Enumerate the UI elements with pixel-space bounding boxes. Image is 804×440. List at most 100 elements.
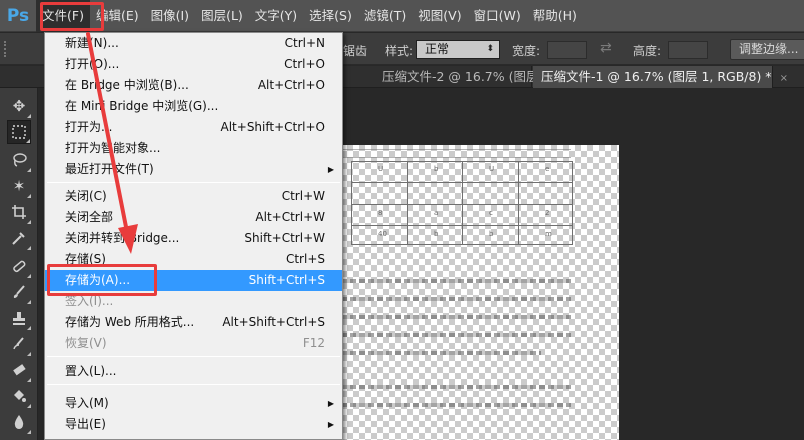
tab-document-2[interactable]: 压缩文件-2 @ 16.7% (图层 1, RGB/8)× (374, 66, 619, 88)
magic-wand-tool-icon[interactable]: ✶ (7, 174, 31, 198)
blur-tool-icon[interactable] (7, 410, 31, 434)
table-cell-text: b (434, 165, 439, 173)
paint-bucket-icon (14, 390, 26, 402)
file-menu-dropdown: 新建(N)... Ctrl+N 打开(O)... Ctrl+O 在 Bridge 中… (44, 32, 343, 440)
table-cell-text: m (545, 230, 552, 238)
menu-image[interactable]: 图像(I) (145, 0, 195, 32)
photoshop-logo: Ps (6, 5, 30, 26)
style-label: 样式: (385, 44, 414, 58)
faint-text-line (341, 333, 571, 337)
table-cell-text: b (489, 230, 494, 238)
faint-text-line (341, 351, 541, 355)
paint-bucket-tool-icon[interactable] (7, 384, 31, 408)
select-arrows-icon: ⬍ (486, 44, 494, 54)
faint-text-line (341, 403, 571, 407)
swap-icon[interactable]: ⇄ (600, 40, 612, 56)
table-cell-text: U (378, 165, 384, 173)
table-cell-text: a (434, 209, 439, 217)
doc-rule (341, 157, 571, 158)
clone-stamp-tool-icon[interactable] (7, 306, 31, 330)
submenu-arrow-icon: ▶ (327, 165, 334, 174)
table-cell-text: 2 (545, 209, 550, 217)
menu-bar: Ps 文件(F) 编辑(E) 图像(I) 图层(L) 文字(Y) 选择(S) 滤… (0, 0, 804, 32)
menu-separator (47, 182, 340, 183)
brush-icon (13, 285, 25, 298)
doc-rule (341, 149, 571, 150)
table-cell-text: 8 (378, 209, 383, 217)
menu-item-open-smart-object[interactable]: 打开为智能对象... (45, 138, 342, 159)
lasso-icon (13, 153, 27, 167)
eyedropper-icon (12, 232, 25, 245)
menu-item-revert: 恢复(V) F12 (65, 336, 325, 350)
menu-separator (47, 356, 340, 357)
menu-item-open[interactable]: 打开(O)... Ctrl+O (45, 54, 342, 75)
droplet-icon (14, 415, 24, 429)
submenu-arrow-icon: ▶ (327, 399, 334, 408)
eraser-icon (13, 364, 26, 376)
crop-tool-icon[interactable] (7, 200, 31, 224)
style-select[interactable]: 正常 ⬍ (416, 40, 500, 59)
style-select-value: 正常 (425, 42, 450, 56)
tab-label: 压缩文件-1 @ 16.7% (图层 1, RGB/8) * (541, 69, 772, 84)
bandage-icon (13, 260, 26, 273)
menu-separator (47, 384, 340, 385)
table-cell-text: 40 (378, 230, 387, 238)
menu-item-browse-bridge[interactable]: 在 Bridge 中浏览(B)... Alt+Ctrl+O (45, 75, 342, 96)
menu-item-save[interactable]: 存储(S) Ctrl+S (45, 249, 342, 270)
history-brush-icon (13, 337, 24, 350)
options-bar-grip[interactable] (4, 41, 12, 57)
width-input[interactable] (547, 41, 587, 59)
antialias-label: 锯齿 (343, 44, 368, 58)
menu-item-browse-mini-bridge[interactable]: 在 Mini Bridge 中浏览(G)... (45, 96, 342, 117)
menu-view[interactable]: 视图(V) (412, 0, 467, 32)
stamp-icon (13, 312, 25, 325)
faint-text-line (341, 279, 571, 283)
lasso-tool-icon[interactable] (7, 148, 31, 172)
menu-item-close[interactable]: 关闭(C) Ctrl+W (45, 186, 342, 207)
eraser-tool-icon[interactable] (7, 358, 31, 382)
width-label: 宽度: (512, 44, 541, 58)
menu-item-place[interactable]: 置入(L)... (45, 361, 342, 382)
healing-brush-tool-icon[interactable] (7, 254, 31, 278)
refine-edge-button[interactable]: 调整边缘... (730, 39, 804, 60)
table-cell-text: e (545, 165, 550, 173)
menu-layer[interactable]: 图层(L) (195, 0, 249, 32)
move-tool-icon[interactable]: ✥ (7, 94, 31, 118)
menu-item-close-all[interactable]: 关闭全部 Alt+Ctrl+W (45, 207, 342, 228)
crop-icon (12, 205, 26, 219)
marquee-tool-icon[interactable] (7, 120, 31, 144)
menu-help[interactable]: 帮助(H) (527, 0, 583, 32)
faint-text-line (341, 385, 571, 389)
menu-item-close-go-bridge[interactable]: 关闭并转到 Bridge... Shift+Ctrl+W (45, 228, 342, 249)
table-cell-text: U (489, 165, 495, 173)
menu-item-open-recent[interactable]: 最近打开文件(T) ▶ (45, 159, 342, 180)
document-canvas[interactable]: Ub Ue 8 a c 2 40 b b m (341, 145, 619, 440)
menu-window[interactable]: 窗口(W) (468, 0, 527, 32)
menu-item-check-in: 签入(I)... (65, 294, 114, 308)
submenu-arrow-icon: ▶ (327, 420, 334, 429)
eyedropper-tool-icon[interactable] (7, 226, 31, 250)
faint-text-line (341, 297, 571, 301)
table-cell-text: b (434, 230, 439, 238)
faint-text-line (341, 315, 571, 319)
menu-item-import[interactable]: 导入(M) ▶ (45, 393, 342, 414)
height-input[interactable] (668, 41, 708, 59)
toolbox: ✥ ✶ (0, 88, 38, 440)
menu-item-open-as[interactable]: 打开为... Alt+Shift+Ctrl+O (45, 117, 342, 138)
close-icon[interactable]: × (780, 73, 788, 84)
menu-type[interactable]: 文字(Y) (249, 0, 303, 32)
menu-item-save-for-web[interactable]: 存储为 Web 所用格式... Alt+Shift+Ctrl+S (45, 312, 342, 333)
height-label: 高度: (633, 44, 662, 58)
brush-tool-icon[interactable] (7, 280, 31, 304)
menu-item-new[interactable]: 新建(N)... Ctrl+N (45, 33, 342, 54)
table-cell-text: c (489, 209, 493, 217)
marquee-icon (12, 125, 26, 139)
menu-item-export[interactable]: 导出(E) ▶ (45, 414, 342, 435)
menu-edit[interactable]: 编辑(E) (90, 0, 145, 32)
menu-item-save-as[interactable]: 存储为(A)... Shift+Ctrl+S (45, 270, 342, 291)
tab-document-1[interactable]: 压缩文件-1 @ 16.7% (图层 1, RGB/8) * × (533, 66, 788, 88)
menu-filter[interactable]: 滤镜(T) (358, 0, 412, 32)
history-brush-tool-icon[interactable] (7, 332, 31, 356)
menu-select[interactable]: 选择(S) (303, 0, 358, 32)
menu-file[interactable]: 文件(F) (36, 0, 90, 32)
